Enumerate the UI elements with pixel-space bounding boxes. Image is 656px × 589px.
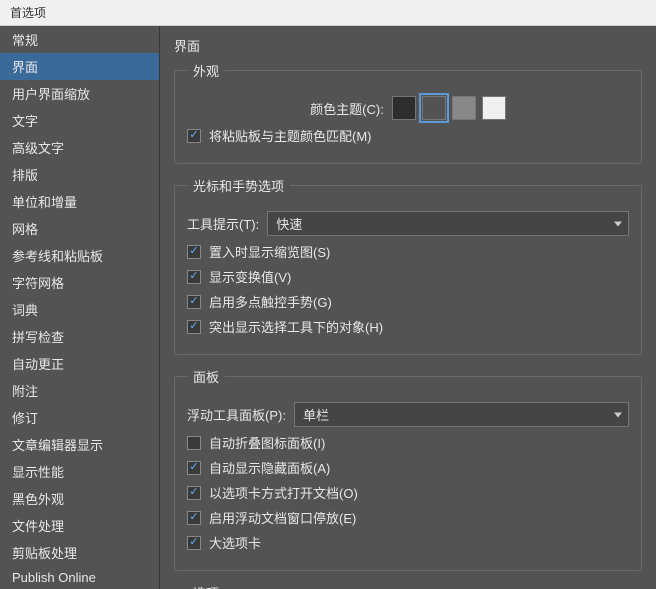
panel-opt-checkbox-1[interactable]: [187, 461, 201, 475]
color-theme-swatches: [392, 96, 506, 120]
sidebar-item-12[interactable]: 自动更正: [0, 350, 159, 377]
color-theme-label: 颜色主题(C):: [310, 99, 384, 118]
tooltip-select[interactable]: 快速: [267, 211, 629, 236]
panel-opt-label-4: 大选项卡: [209, 533, 261, 552]
cursor-opt-checkbox-2[interactable]: [187, 295, 201, 309]
sidebar-item-9[interactable]: 字符网格: [0, 269, 159, 296]
sidebar-item-5[interactable]: 排版: [0, 161, 159, 188]
cursor-section: 光标和手势选项 工具提示(T): 快速 置入时显示缩览图(S) 显示变换值(V) 启…: [174, 176, 642, 355]
sidebar-item-18[interactable]: 文件处理: [0, 512, 159, 539]
sidebar-item-1[interactable]: 界面: [0, 53, 159, 80]
floating-panel-value: 单栏: [303, 408, 329, 423]
sidebar-item-14[interactable]: 修订: [0, 404, 159, 431]
sidebar-item-3[interactable]: 文字: [0, 107, 159, 134]
cursor-opt-checkbox-1[interactable]: [187, 270, 201, 284]
floating-panel-select[interactable]: 单栏: [294, 402, 629, 427]
floating-panel-label: 浮动工具面板(P):: [187, 405, 286, 424]
cursor-opt-label-0: 置入时显示缩览图(S): [209, 242, 330, 261]
appearance-legend: 外观: [187, 61, 225, 80]
sidebar-item-19[interactable]: 剪贴板处理: [0, 539, 159, 566]
appearance-section: 外观 颜色主题(C): 将粘贴板与主题颜色匹配(M): [174, 61, 642, 164]
content-panel: 界面 外观 颜色主题(C): 将粘贴板与主题颜色匹配(M) 光标和手势选项 工具…: [160, 26, 656, 589]
page-title: 界面: [174, 36, 642, 55]
panel-opt-label-1: 自动显示隐藏面板(A): [209, 458, 330, 477]
panel-opt-checkbox-3[interactable]: [187, 511, 201, 525]
panel-opt-label-3: 启用浮动文档窗口停放(E): [209, 508, 356, 527]
sidebar-item-11[interactable]: 拼写检查: [0, 323, 159, 350]
panel-opt-label-0: 自动折叠图标面板(I): [209, 433, 325, 452]
sidebar-item-17[interactable]: 黑色外观: [0, 485, 159, 512]
cursor-opt-checkbox-0[interactable]: [187, 245, 201, 259]
match-pasteboard-label: 将粘贴板与主题颜色匹配(M): [209, 126, 372, 145]
sidebar-item-7[interactable]: 网格: [0, 215, 159, 242]
sidebar-item-0[interactable]: 常规: [0, 26, 159, 53]
tooltip-label: 工具提示(T):: [187, 214, 259, 233]
sidebar-item-8[interactable]: 参考线和粘贴板: [0, 242, 159, 269]
cursor-legend: 光标和手势选项: [187, 176, 290, 195]
window-title: 首选项: [10, 6, 46, 20]
sidebar-item-16[interactable]: 显示性能: [0, 458, 159, 485]
theme-swatch-0[interactable]: [392, 96, 416, 120]
panel-opt-checkbox-4[interactable]: [187, 536, 201, 550]
panel-opt-checkbox-2[interactable]: [187, 486, 201, 500]
main-container: 常规界面用户界面缩放文字高级文字排版单位和增量网格参考线和粘贴板字符网格词典拼写…: [0, 26, 656, 589]
sidebar: 常规界面用户界面缩放文字高级文字排版单位和增量网格参考线和粘贴板字符网格词典拼写…: [0, 26, 160, 589]
theme-swatch-1[interactable]: [422, 96, 446, 120]
panels-legend: 面板: [187, 367, 225, 386]
sidebar-item-20[interactable]: Publish Online: [0, 566, 159, 589]
panel-opt-label-2: 以选项卡方式打开文档(O): [209, 483, 358, 502]
sidebar-item-6[interactable]: 单位和增量: [0, 188, 159, 215]
panels-section: 面板 浮动工具面板(P): 单栏 自动折叠图标面板(I) 自动显示隐藏面板(A) 以…: [174, 367, 642, 571]
match-pasteboard-checkbox[interactable]: [187, 129, 201, 143]
theme-swatch-3[interactable]: [482, 96, 506, 120]
tooltip-value: 快速: [276, 217, 302, 232]
window-titlebar: 首选项: [0, 0, 656, 26]
sidebar-item-2[interactable]: 用户界面缩放: [0, 80, 159, 107]
sidebar-item-13[interactable]: 附注: [0, 377, 159, 404]
theme-swatch-2[interactable]: [452, 96, 476, 120]
options-legend: 选项: [187, 583, 225, 589]
cursor-opt-checkbox-3[interactable]: [187, 320, 201, 334]
options-section: 选项 手形工具: 较佳性能 较佳品质 无灰条化显示: [174, 583, 642, 589]
cursor-opt-label-1: 显示变换值(V): [209, 267, 291, 286]
sidebar-item-10[interactable]: 词典: [0, 296, 159, 323]
cursor-opt-label-3: 突出显示选择工具下的对象(H): [209, 317, 383, 336]
panel-opt-checkbox-0[interactable]: [187, 436, 201, 450]
sidebar-item-4[interactable]: 高级文字: [0, 134, 159, 161]
cursor-opt-label-2: 启用多点触控手势(G): [209, 292, 332, 311]
sidebar-item-15[interactable]: 文章编辑器显示: [0, 431, 159, 458]
